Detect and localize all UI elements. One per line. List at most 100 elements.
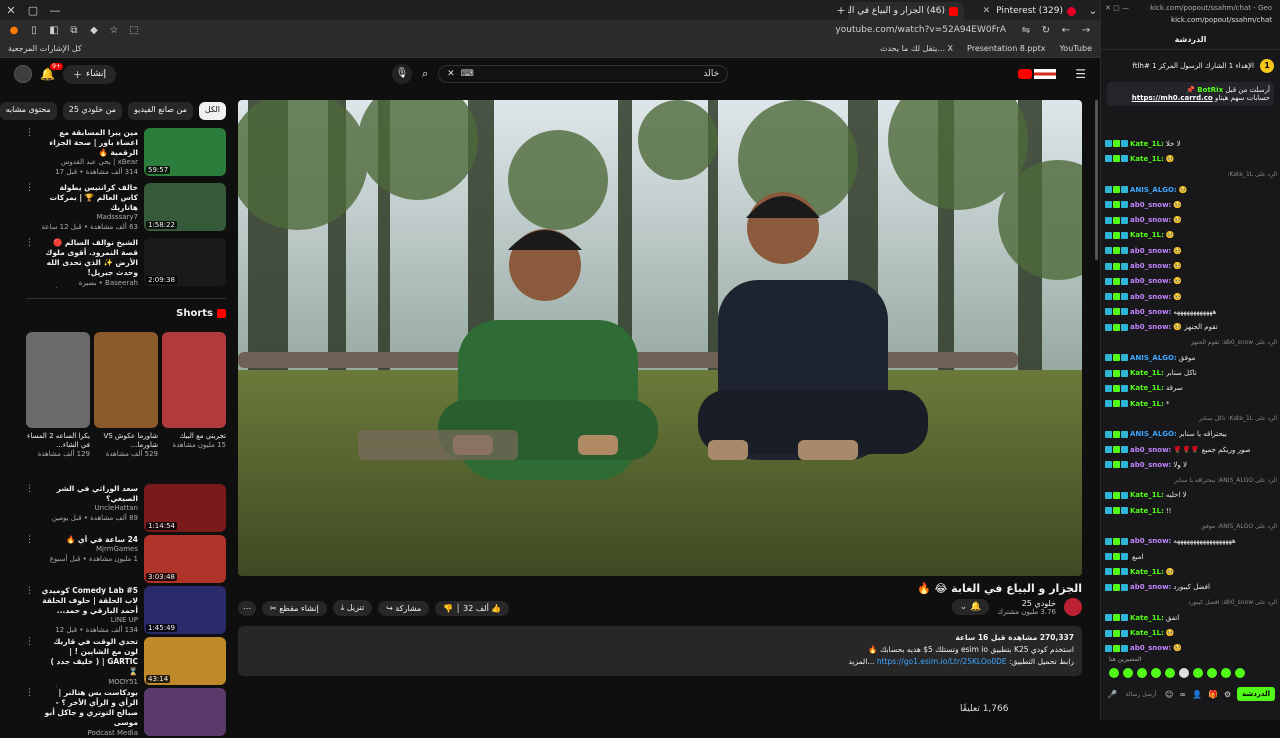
- close-tab-icon[interactable]: ✕: [983, 6, 991, 16]
- chat-username[interactable]: Kate_1L:: [1130, 400, 1164, 408]
- chat-message[interactable]: Kate_1L:🥺: [1105, 626, 1277, 641]
- chip-related[interactable]: محتوى مشابه: [0, 102, 57, 120]
- recommended-video[interactable]: 59:57مين يبرا المسابقة مع اعضاء باور | ص…: [26, 128, 226, 178]
- recommended-video[interactable]: 2:09:38الشيخ نوالف السالم 🔴 قصة النمرود.…: [26, 238, 226, 288]
- chat-message[interactable]: Kate_1L:تاكل سنابر: [1105, 365, 1277, 380]
- bookmark-item[interactable]: يتقل لك ما يحدث... X: [880, 44, 953, 53]
- recommended-video[interactable]: 1:58:22خالف كرانتيس يطولة كاس العالم 🏆 |…: [26, 183, 226, 233]
- subscribed-bell-button[interactable]: 🔔 ⌄: [952, 599, 990, 615]
- forward-icon[interactable]: ←: [1060, 25, 1072, 36]
- emote-icon[interactable]: [1193, 668, 1203, 678]
- chat-message[interactable]: ANIS_ALGO:موفق: [1105, 350, 1277, 365]
- chat-username[interactable]: Kate_1L:: [1130, 507, 1164, 515]
- youtube-logo[interactable]: [1018, 69, 1056, 79]
- chat-send-button[interactable]: الدردشة: [1237, 687, 1275, 701]
- description-link[interactable]: https://go1.esim.io/Ltr/25KLOo0DE: [877, 657, 1007, 666]
- chat-username[interactable]: ab0_snow:: [1130, 323, 1171, 331]
- reload-icon[interactable]: ↻: [1040, 25, 1052, 36]
- chat-messages[interactable]: Kate_1L:لا خلاKate_1L:🥺الرد على Kate_1L:…: [1105, 136, 1277, 656]
- sidebar-toggle-icon[interactable]: ▯: [28, 25, 40, 36]
- infinity-icon[interactable]: ∞: [1179, 690, 1186, 699]
- chat-message[interactable]: Kate_1L:🥺: [1105, 151, 1277, 166]
- show-more[interactable]: ...المزيد: [848, 657, 874, 666]
- chat-message[interactable]: امبع: [1105, 549, 1277, 564]
- short-item[interactable]: يكرا الساعه 2 المساء في الشاء...129 ألف …: [26, 332, 90, 458]
- video-player[interactable]: [238, 100, 1082, 576]
- chat-username[interactable]: ab0_snow:: [1130, 262, 1171, 270]
- recommended-video[interactable]: 1:45:49Comedy Lab #5 كوميدي لاب الحلقة |…: [26, 586, 226, 636]
- chat-username[interactable]: Kate_1L:: [1130, 369, 1164, 377]
- kick-url-field[interactable]: kick.com/popout/ssahm/chat: [1101, 16, 1280, 30]
- account-avatar[interactable]: [14, 65, 32, 83]
- like-count[interactable]: 32 ألف: [463, 604, 489, 613]
- chat-username[interactable]: ab0_snow:: [1130, 644, 1171, 652]
- tab-youtube-video[interactable]: (46) الجزار و البياع في الغابة 🔥 ✕: [848, 2, 964, 20]
- user-icon[interactable]: 👤: [1192, 690, 1202, 699]
- chat-message[interactable]: Kate_1L:اتفق: [1105, 610, 1277, 625]
- video-thumbnail[interactable]: 2:09:38: [144, 238, 226, 286]
- chat-message[interactable]: ab0_snow:افضل كيبورد: [1105, 580, 1277, 595]
- minimize-window-icon[interactable]: —: [1122, 4, 1129, 12]
- chat-message[interactable]: ab0_snow:صور وريكم جميع 🌹🌹🌹: [1105, 442, 1277, 457]
- settings-gear-icon[interactable]: ⚙: [1224, 690, 1231, 699]
- share-button[interactable]: ↪ مشاركة: [378, 601, 429, 616]
- chat-message[interactable]: Kate_1L:!!: [1105, 503, 1277, 518]
- short-thumbnail[interactable]: [26, 332, 90, 428]
- wallet-icon[interactable]: ◆: [88, 25, 100, 36]
- emote-icon[interactable]: [1235, 668, 1245, 678]
- video-thumbnail[interactable]: [144, 688, 226, 736]
- more-options-icon[interactable]: ⋮: [26, 484, 34, 534]
- short-item[interactable]: شاورما عكوش VS شاورما...529 ألف مشاهدة: [94, 332, 158, 458]
- like-icon[interactable]: 👍: [491, 604, 501, 613]
- video-thumbnail[interactable]: 1:14:54: [144, 484, 226, 532]
- chat-username[interactable]: ANIS_ALGO:: [1130, 354, 1177, 362]
- chat-username[interactable]: ANIS_ALGO:: [1130, 186, 1177, 194]
- chat-username[interactable]: Kate_1L:: [1130, 629, 1164, 637]
- emote-icon[interactable]: [1207, 668, 1217, 678]
- chat-message[interactable]: Kate_1L:*: [1105, 396, 1277, 411]
- emote-icon[interactable]: [1165, 668, 1175, 678]
- chat-message[interactable]: ab0_snow:🥺: [1105, 641, 1277, 656]
- download-button[interactable]: ⤓ تنزيل: [333, 600, 372, 616]
- all-bookmarks-link[interactable]: كل الإشارات المرجعية: [8, 44, 82, 53]
- restore-window-icon[interactable]: ▢: [22, 4, 44, 17]
- more-options-icon[interactable]: ⋮: [26, 183, 34, 233]
- chat-message[interactable]: Kate_1L:لا خلا: [1105, 136, 1277, 151]
- keyboard-icon[interactable]: ⌨: [461, 69, 474, 79]
- chat-message[interactable]: ab0_snow:🥺: [1105, 258, 1277, 273]
- chat-message[interactable]: ab0_snow:لا ولا: [1105, 457, 1277, 472]
- video-thumbnail[interactable]: 1:45:49: [144, 586, 226, 634]
- chat-message[interactable]: ab0_snow:ههههههههههههههههههه: [1105, 534, 1277, 549]
- dislike-icon[interactable]: 👎: [443, 604, 453, 613]
- clip-button[interactable]: ✂ إنشاء مقطع: [262, 601, 327, 616]
- chat-message[interactable]: Kate_1L:🥺: [1105, 228, 1277, 243]
- chat-message[interactable]: Kate_1L:لا اخليه: [1105, 488, 1277, 503]
- hamburger-menu-icon[interactable]: ☰: [1075, 67, 1086, 81]
- more-options-icon[interactable]: ⋮: [26, 637, 34, 687]
- chat-username[interactable]: ab0_snow:: [1130, 247, 1171, 255]
- emote-icon[interactable]: [1151, 668, 1161, 678]
- search-icon[interactable]: ⌕: [422, 67, 428, 81]
- short-thumbnail[interactable]: [162, 332, 226, 428]
- recommended-video[interactable]: بودكاست بس هتالنر | الرأي و الرأي الأخر …: [26, 688, 226, 738]
- emote-icon[interactable]: [1123, 668, 1133, 678]
- page-scrollbar[interactable]: [1095, 100, 1098, 260]
- chat-input[interactable]: أرسل رسالة: [1123, 691, 1159, 698]
- chat-message[interactable]: ANIS_ALGO:بيحتراقه يا سنابر: [1105, 427, 1277, 442]
- chip-from-channel[interactable]: من خلودي 25: [63, 102, 122, 120]
- mic-icon[interactable]: 🎤: [1107, 690, 1117, 699]
- more-options-icon[interactable]: ⋮: [26, 238, 34, 288]
- emote-icon[interactable]: [1179, 668, 1189, 678]
- emote-icon[interactable]: [1137, 668, 1147, 678]
- chat-message[interactable]: Kate_1L:🥺: [1105, 564, 1277, 579]
- more-options-icon[interactable]: ⋮: [26, 586, 34, 636]
- bookmark-item[interactable]: Presentation 8.pptx: [967, 44, 1045, 53]
- chat-username[interactable]: ANIS_ALGO:: [1130, 430, 1177, 438]
- extension-icon[interactable]: ◧: [48, 25, 60, 36]
- emoji-icon[interactable]: ☺: [1165, 690, 1173, 699]
- chat-username[interactable]: Kate_1L:: [1130, 384, 1164, 392]
- chat-username[interactable]: Kate_1L:: [1130, 155, 1164, 163]
- chip-all[interactable]: الكل: [199, 102, 226, 120]
- chat-username[interactable]: Kate_1L:: [1130, 231, 1164, 239]
- brave-shield-icon[interactable]: ●: [8, 25, 20, 36]
